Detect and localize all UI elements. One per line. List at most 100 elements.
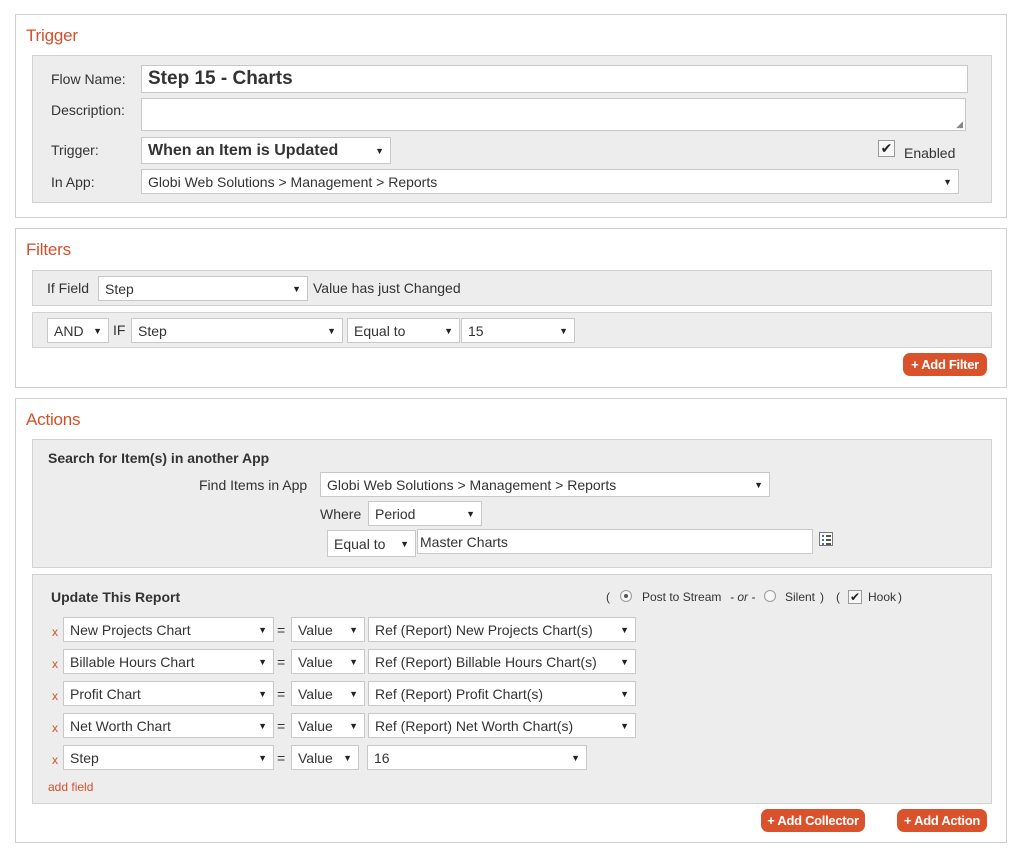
equals-sign: = — [277, 686, 286, 702]
chevron-down-icon: ▼ — [466, 508, 475, 519]
value-type-select[interactable]: Value ▼ — [291, 681, 365, 706]
trigger-value: When an Item is Updated — [148, 141, 339, 159]
trigger-select[interactable]: When an Item is Updated ▼ — [141, 137, 391, 164]
value-type-select[interactable]: Value ▼ — [291, 745, 359, 770]
field-value: 16 — [374, 749, 390, 766]
equals-sign: = — [277, 622, 286, 638]
options-close-paren: ) — [820, 590, 824, 604]
chevron-down-icon: ▼ — [620, 688, 629, 699]
value-type-select[interactable]: Value ▼ — [291, 649, 365, 674]
value-type-value: Value — [298, 717, 333, 734]
update-field-select[interactable]: New Projects Chart ▼ — [63, 617, 274, 642]
chevron-down-icon: ▼ — [620, 720, 629, 731]
remove-field-button[interactable]: x — [52, 753, 58, 767]
chevron-down-icon: ▼ — [375, 145, 384, 156]
if-field-label: If Field — [47, 280, 90, 296]
chevron-down-icon: ▼ — [258, 720, 267, 731]
trigger-panel: Flow Name: Step 15 - Charts Description:… — [32, 55, 992, 203]
chevron-down-icon: ▼ — [620, 624, 629, 635]
trigger-label: Trigger: — [51, 142, 99, 158]
chevron-down-icon: ▼ — [559, 325, 568, 336]
condition-operator-select[interactable]: Equal to ▼ — [347, 318, 460, 343]
update-field-value: Net Worth Chart — [70, 717, 171, 734]
chevron-down-icon: ▼ — [343, 752, 352, 763]
condition-value-select[interactable]: 15 ▼ — [461, 318, 575, 343]
field-value-select[interactable]: Ref (Report) Net Worth Chart(s) ▼ — [368, 713, 636, 738]
value-type-select[interactable]: Value ▼ — [291, 617, 365, 642]
flow-name-value: Step 15 - Charts — [148, 68, 293, 89]
chevron-down-icon: ▼ — [444, 325, 453, 336]
value-type-value: Value — [298, 749, 333, 766]
add-field-link[interactable]: add field — [48, 780, 93, 794]
enabled-label: Enabled — [904, 145, 956, 161]
add-collector-button[interactable]: + Add Collector — [761, 809, 865, 832]
update-field-select[interactable]: Step ▼ — [63, 745, 274, 770]
value-type-value: Value — [298, 685, 333, 702]
find-items-select[interactable]: Globi Web Solutions > Management > Repor… — [320, 472, 770, 497]
hook-close-paren: ) — [898, 590, 902, 604]
remove-field-button[interactable]: x — [52, 625, 58, 639]
search-value-input[interactable]: Master Charts — [417, 529, 813, 554]
add-action-button[interactable]: + Add Action — [897, 809, 987, 832]
chevron-down-icon: ▼ — [349, 688, 358, 699]
update-field-select[interactable]: Net Worth Chart ▼ — [63, 713, 274, 738]
flow-name-label: Flow Name: — [51, 71, 126, 87]
search-operator-value: Equal to — [334, 535, 386, 552]
conjunction-select[interactable]: AND ▼ — [47, 318, 109, 343]
chevron-down-icon: ▼ — [349, 624, 358, 635]
if-field-value: Step — [105, 280, 134, 297]
value-changed-text: Value has just Changed — [313, 280, 461, 296]
silent-radio[interactable] — [764, 590, 776, 602]
search-operator-select[interactable]: Equal to ▼ — [327, 530, 416, 557]
chevron-down-icon: ▼ — [258, 656, 267, 667]
trigger-section: Trigger Flow Name: Step 15 - Charts Desc… — [15, 14, 1007, 218]
where-select[interactable]: Period ▼ — [368, 501, 482, 526]
condition-operator-value: Equal to — [354, 322, 406, 339]
value-type-select[interactable]: Value ▼ — [291, 713, 365, 738]
list-picker-icon[interactable] — [819, 532, 833, 546]
actions-section-title: Actions — [26, 410, 81, 429]
remove-field-button[interactable]: x — [52, 657, 58, 671]
chevron-down-icon: ▼ — [258, 688, 267, 699]
field-value-select[interactable]: Ref (Report) Profit Chart(s) ▼ — [368, 681, 636, 706]
post-to-stream-label: Post to Stream — [642, 590, 722, 604]
chevron-down-icon: ▼ — [620, 656, 629, 667]
field-value: Ref (Report) Profit Chart(s) — [375, 685, 544, 702]
chevron-down-icon: ▼ — [349, 656, 358, 667]
remove-field-button[interactable]: x — [52, 689, 58, 703]
update-field-select[interactable]: Billable Hours Chart ▼ — [63, 649, 274, 674]
condition-field-select[interactable]: Step ▼ — [131, 318, 343, 343]
field-value-select[interactable]: Ref (Report) New Projects Chart(s) ▼ — [368, 617, 636, 642]
search-panel: Search for Item(s) in another App Find I… — [32, 439, 992, 568]
remove-field-button[interactable]: x — [52, 721, 58, 735]
chevron-down-icon: ▼ — [400, 538, 409, 549]
chevron-down-icon: ▼ — [258, 752, 267, 763]
value-type-value: Value — [298, 621, 333, 638]
search-value: Master Charts — [420, 533, 508, 550]
filters-section: Filters If Field Step ▼ Value has just C… — [15, 228, 1007, 388]
field-value: Ref (Report) Billable Hours Chart(s) — [375, 653, 597, 670]
in-app-select[interactable]: Globi Web Solutions > Management > Repor… — [141, 169, 959, 194]
field-value-select[interactable]: 16 ▼ — [367, 745, 587, 770]
post-to-stream-radio[interactable] — [620, 590, 632, 602]
update-field-select[interactable]: Profit Chart ▼ — [63, 681, 274, 706]
chevron-down-icon: ▼ — [93, 325, 102, 336]
search-panel-title: Search for Item(s) in another App — [48, 450, 270, 466]
in-app-label: In App: — [51, 174, 95, 190]
enabled-checkbox[interactable]: ✔ — [878, 140, 895, 157]
filter-condition-panel: AND ▼ IF Step ▼ Equal to ▼ 15 ▼ — [32, 312, 992, 348]
chevron-down-icon: ▼ — [258, 624, 267, 635]
add-filter-button[interactable]: + Add Filter — [903, 353, 987, 376]
field-value-select[interactable]: Ref (Report) Billable Hours Chart(s) ▼ — [368, 649, 636, 674]
update-field-value: New Projects Chart — [70, 621, 191, 638]
description-textarea[interactable]: ◢ — [141, 98, 966, 131]
flow-name-input[interactable]: Step 15 - Charts — [141, 65, 968, 93]
if-field-select[interactable]: Step ▼ — [98, 276, 308, 301]
hook-checkbox[interactable]: ✔ — [848, 590, 862, 604]
or-label: - or - — [730, 590, 756, 604]
where-value: Period — [375, 505, 416, 522]
condition-value: 15 — [468, 322, 484, 339]
chevron-down-icon: ▼ — [327, 325, 336, 336]
resize-handle-icon[interactable]: ◢ — [956, 119, 963, 130]
chevron-down-icon: ▼ — [349, 720, 358, 731]
